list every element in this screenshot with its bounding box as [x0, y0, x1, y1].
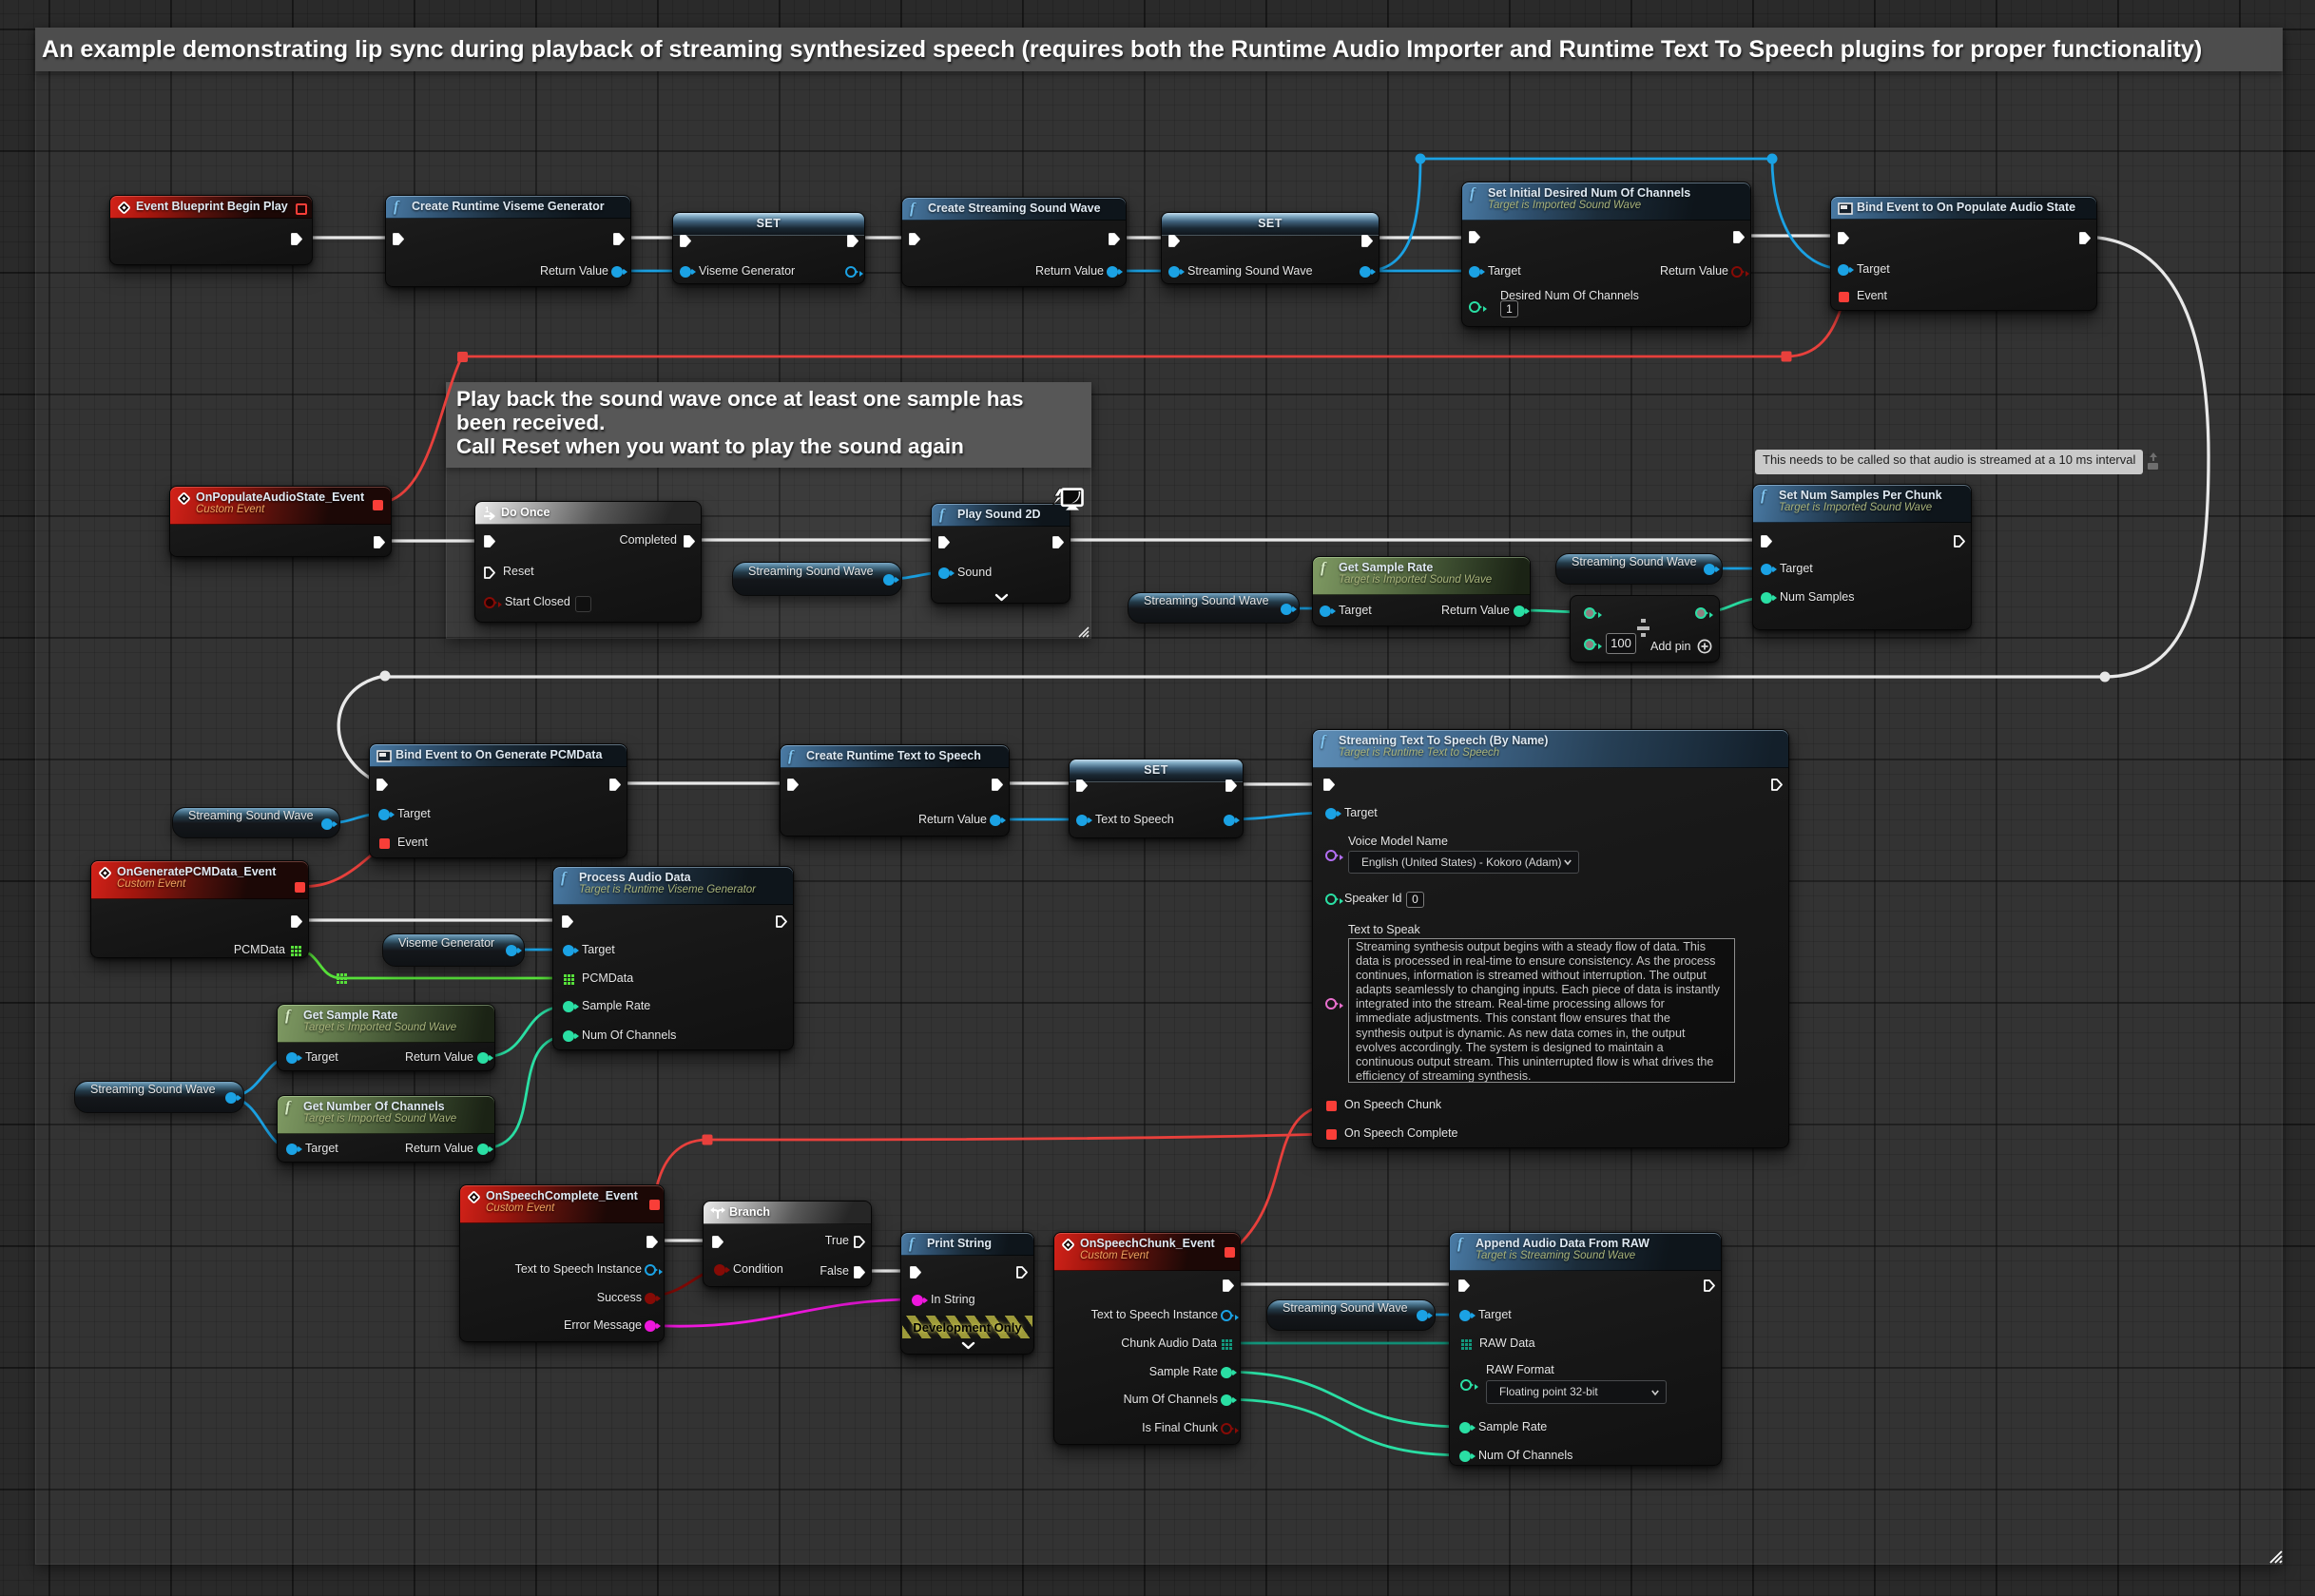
svg-text:1: 1	[485, 506, 490, 514]
